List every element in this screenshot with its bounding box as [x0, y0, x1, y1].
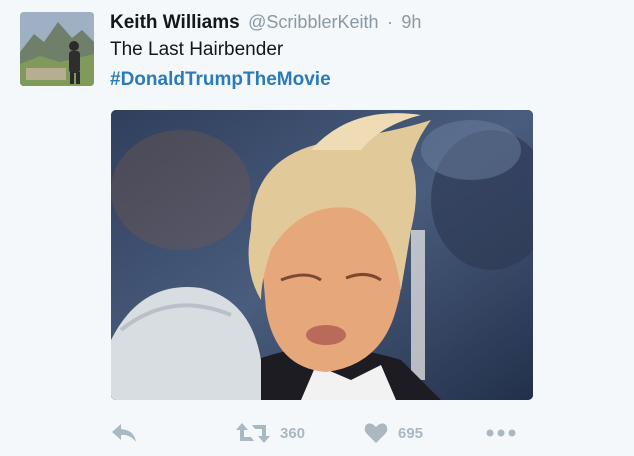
retweet-icon [236, 423, 270, 443]
more-icon [486, 429, 516, 437]
hashtag-link[interactable]: #DonaldTrumpTheMovie [110, 67, 331, 93]
avatar-image [20, 12, 94, 86]
timestamp[interactable]: 9h [401, 12, 421, 32]
tweet: Keith Williams @ScribblerKeith · 9h The … [0, 0, 634, 456]
reply-icon [112, 424, 136, 442]
like-button[interactable]: 695 [364, 418, 423, 448]
tweet-actions: 360 695 [110, 418, 530, 448]
author-handle[interactable]: @ScribblerKeith [248, 12, 378, 32]
like-count: 695 [398, 424, 424, 442]
heart-icon [364, 423, 388, 443]
tweet-header: Keith Williams @ScribblerKeith · 9h [110, 10, 421, 36]
photo-image [111, 110, 533, 400]
avatar[interactable] [20, 12, 94, 86]
separator-dot: · [386, 12, 393, 32]
reply-button[interactable] [110, 418, 138, 448]
tweet-photo[interactable] [111, 110, 533, 400]
more-button[interactable] [486, 418, 516, 448]
author-name[interactable]: Keith Williams [110, 12, 240, 33]
retweet-count: 360 [280, 424, 306, 442]
retweet-button[interactable]: 360 [236, 418, 305, 448]
tweet-text: The Last Hairbender [110, 39, 284, 60]
